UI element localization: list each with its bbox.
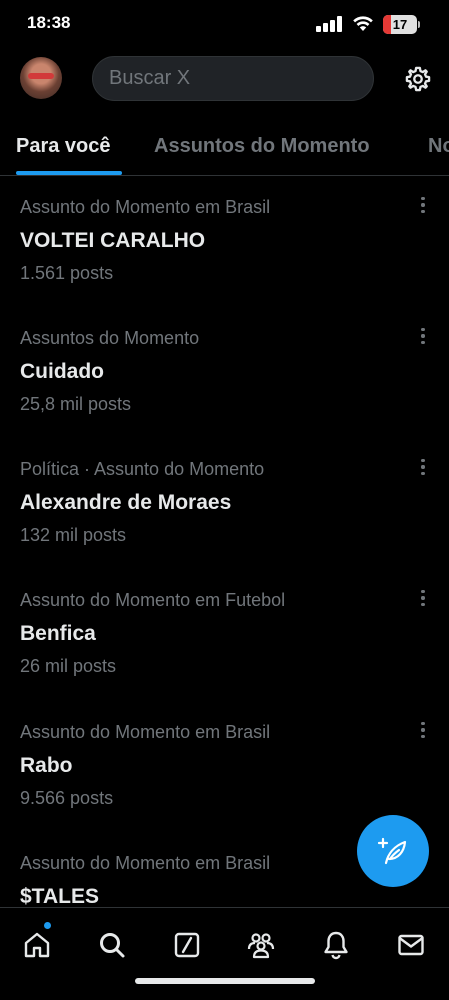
compose-post-button[interactable]: [357, 815, 429, 887]
wifi-icon: [353, 16, 373, 31]
active-tab-indicator: [16, 171, 122, 175]
more-options-icon[interactable]: [418, 195, 428, 215]
search-box[interactable]: [92, 56, 374, 101]
tab-for-you[interactable]: Para você: [16, 135, 111, 158]
trend-post-count: 1.561 posts: [20, 263, 114, 283]
trend-name: Rabo: [20, 754, 73, 777]
search-icon[interactable]: [97, 930, 127, 960]
cellular-signal-icon: [316, 16, 342, 32]
trend-context: Assunto do Momento em Futebol: [20, 590, 286, 610]
more-options-icon[interactable]: [418, 326, 428, 346]
trend-name: $TALES: [20, 885, 99, 908]
compose-post-icon: [377, 837, 407, 865]
more-options-icon[interactable]: [418, 457, 428, 477]
tab-bar: Para você Assuntos do Momento No: [0, 120, 449, 176]
trend-name: Alexandre de Moraes: [20, 491, 232, 514]
home-icon[interactable]: [22, 930, 52, 960]
battery-icon: 17: [383, 15, 417, 34]
trend-context: Assunto do Momento em Brasil: [20, 197, 271, 217]
trend-item[interactable]: Assunto do Momento em Brasil VOLTEI CARA…: [0, 197, 449, 328]
gear-icon[interactable]: [404, 65, 432, 93]
home-indicator-bar[interactable]: [135, 978, 315, 984]
status-time: 18:38: [27, 13, 71, 32]
trend-name: Benfica: [20, 622, 96, 645]
status-bar: 18:38 17: [0, 0, 449, 48]
trend-post-count: 9.566 posts: [20, 788, 114, 808]
trend-post-count: 26 mil posts: [20, 656, 117, 676]
trend-post-count: 132 mil posts: [20, 525, 127, 545]
tab-news[interactable]: No: [428, 135, 449, 158]
trend-context: Política · Assunto do Momento: [20, 459, 265, 479]
tab-trending[interactable]: Assuntos do Momento: [154, 135, 370, 158]
more-options-icon[interactable]: [418, 588, 428, 608]
trend-context: Assunto do Momento em Brasil: [20, 722, 271, 742]
communities-icon[interactable]: [246, 930, 276, 960]
trend-item[interactable]: Assunto do Momento em Futebol Benfica 26…: [0, 590, 449, 721]
trend-context: Assuntos do Momento: [20, 328, 200, 348]
home-unread-indicator: [44, 922, 51, 929]
trend-item[interactable]: Assuntos do Momento Cuidado 25,8 mil pos…: [0, 328, 449, 459]
search-input[interactable]: [109, 67, 349, 90]
profile-avatar[interactable]: [20, 57, 62, 99]
grok-icon[interactable]: [172, 930, 202, 960]
trend-item[interactable]: Política · Assunto do Momento Alexandre …: [0, 459, 449, 590]
messages-icon[interactable]: [396, 930, 426, 960]
battery-level: 17: [392, 17, 408, 32]
notifications-icon[interactable]: [321, 930, 351, 960]
trend-post-count: 25,8 mil posts: [20, 394, 132, 414]
bottom-nav: [0, 907, 449, 1000]
more-options-icon[interactable]: [418, 720, 428, 740]
trend-context: Assunto do Momento em Brasil: [20, 853, 271, 873]
trend-name: Cuidado: [20, 360, 104, 383]
trend-name: VOLTEI CARALHO: [20, 229, 206, 252]
